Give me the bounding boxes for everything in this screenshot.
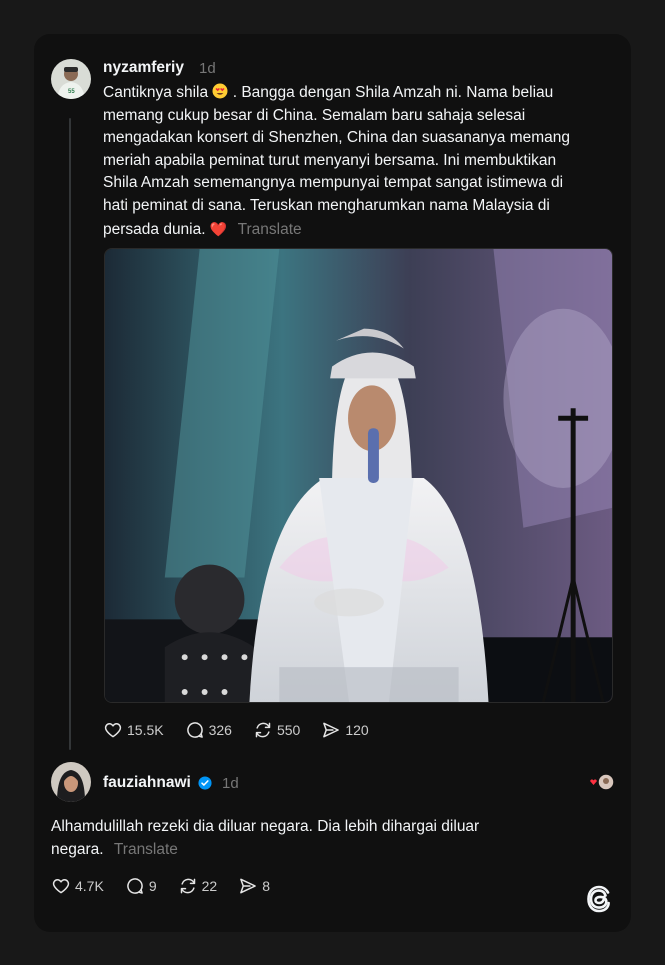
post-repost-count: 550 xyxy=(276,722,301,738)
avatar-fauziahnawi[interactable] xyxy=(51,762,91,802)
red-heart-icon xyxy=(590,779,597,785)
post-repost-button[interactable]: 550 xyxy=(253,720,300,740)
speech-bubble-icon xyxy=(127,878,143,894)
post-translate-link[interactable]: Translate xyxy=(238,221,302,238)
send-icon xyxy=(240,878,257,894)
post-text-line-5: hati peminat di sana. Teruskan mengharum… xyxy=(103,196,550,214)
svg-text:55: 55 xyxy=(68,89,75,95)
repost-icon xyxy=(255,722,271,738)
repost-icon xyxy=(180,878,195,894)
heart-outline-icon xyxy=(52,879,70,894)
post-text-line-1: memang cukup besar di China. Semalam bar… xyxy=(103,106,526,124)
post-body: Cantiknya shila . Bangga dengan Shila Am… xyxy=(103,82,603,241)
heart-outline-icon xyxy=(104,723,122,738)
reply-repost-count: 22 xyxy=(201,878,218,894)
speech-bubble-icon xyxy=(186,722,203,738)
reply-share-count: 8 xyxy=(262,878,270,894)
post-text-line-2: mengadakan konsert di Shenzhen, China da… xyxy=(103,129,571,147)
post-username[interactable]: nyzamferiy xyxy=(103,59,184,77)
send-icon xyxy=(323,722,340,738)
threads-logo-icon[interactable] xyxy=(586,884,614,914)
red-heart-emoji: ❤️ xyxy=(209,220,228,237)
post-comment-count: 326 xyxy=(208,722,232,738)
avatar-nyzamferiy[interactable]: 55 xyxy=(51,59,91,99)
reply-body: Alhamdulillah rezeki dia diluar negara. … xyxy=(51,816,571,861)
post-actions: 15.5K 326 550 120 xyxy=(103,720,390,740)
heart-eyes-emoji-icon xyxy=(212,83,228,99)
reply-translate-link[interactable]: Translate xyxy=(114,841,178,858)
reply-text-line-0: Alhamdulillah rezeki dia diluar negara. … xyxy=(51,818,480,835)
post-photo[interactable] xyxy=(104,248,613,703)
reply-timestamp[interactable]: 1d xyxy=(222,775,239,792)
reply-like-button[interactable]: 4.7K xyxy=(51,876,104,896)
post-text-line-3: meriah apabila peminat turut menyanyi be… xyxy=(103,151,557,169)
liked-by-author-indicator xyxy=(587,772,615,792)
reply-actions: 4.7K 9 22 8 xyxy=(51,876,291,896)
post-timestamp[interactable]: 1d xyxy=(199,60,216,77)
post-text-line-4: Shila Amzah sememangnya mempunyai tempat… xyxy=(103,174,564,192)
reply-text-line-1: negara. xyxy=(51,840,104,858)
reply-comment-button[interactable]: 9 xyxy=(125,876,157,896)
reply-username[interactable]: fauziahnawi xyxy=(103,774,191,792)
verified-badge-icon xyxy=(198,776,212,790)
post-like-button[interactable]: 15.5K xyxy=(103,720,164,740)
reply-share-button[interactable]: 8 xyxy=(238,876,270,896)
post-like-count: 15.5K xyxy=(127,722,164,738)
post-share-button[interactable]: 120 xyxy=(321,720,369,740)
post-text-start: Cantiknya shila xyxy=(103,84,209,101)
thread-connector-line xyxy=(69,118,71,750)
reply-like-count: 4.7K xyxy=(75,878,104,894)
reply-repost-button[interactable]: 22 xyxy=(178,876,218,896)
post-text-line-6: persada dunia. xyxy=(103,220,206,238)
post-text-line-0: . Bangga dengan Shila Amzah ni. Nama bel… xyxy=(232,84,554,101)
post-comment-button[interactable]: 326 xyxy=(185,720,232,740)
reply-comment-count: 9 xyxy=(148,878,157,894)
post-share-count: 120 xyxy=(345,722,369,738)
